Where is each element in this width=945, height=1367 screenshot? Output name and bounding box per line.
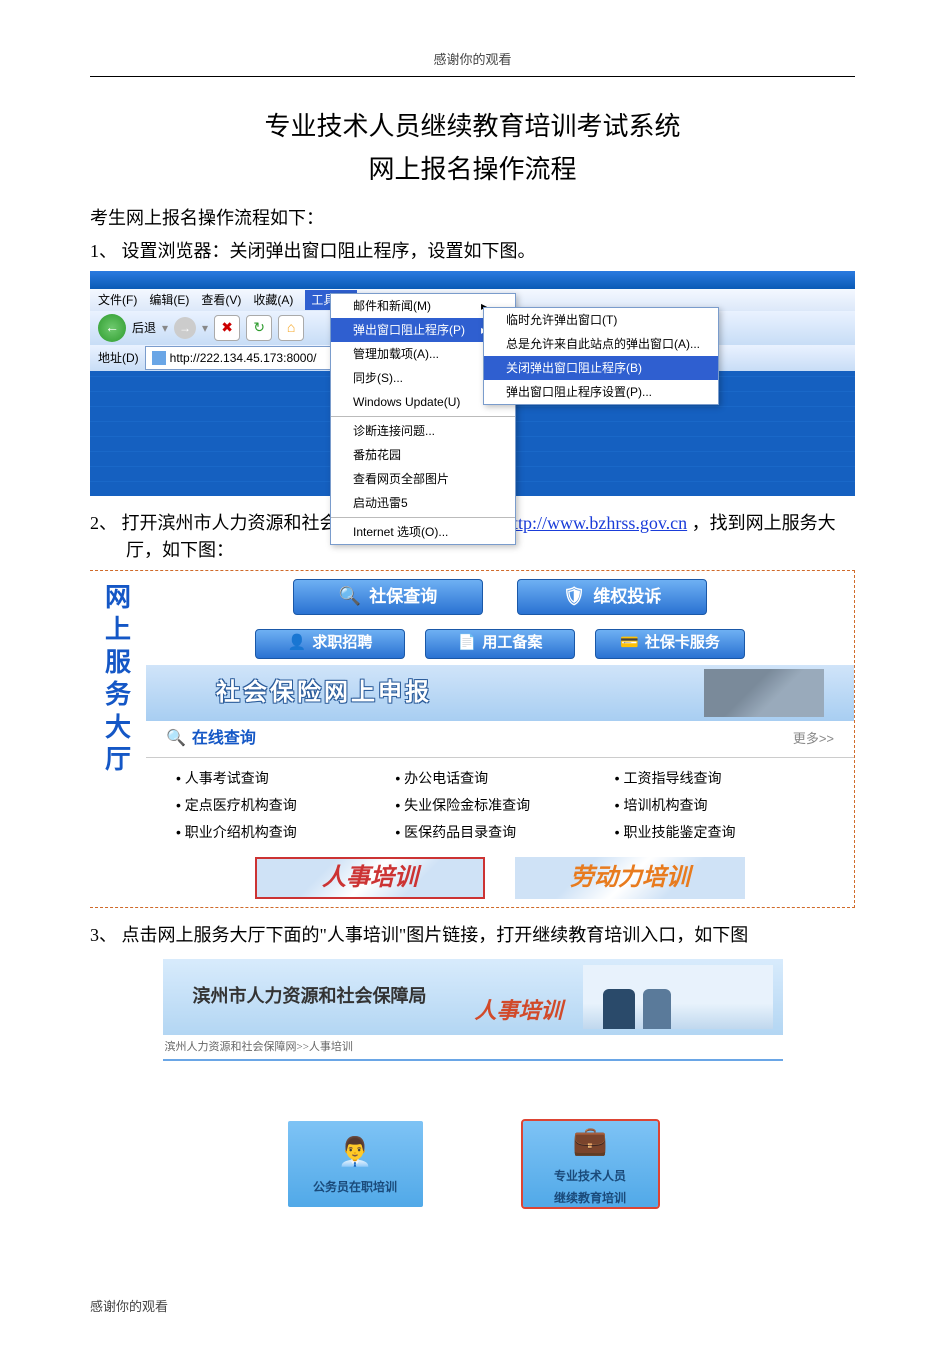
menu-diag[interactable]: 诊断连接问题... [331,419,515,443]
address-label: 地址(D) [98,349,139,367]
intro-text: 考生网上报名操作流程如下： [90,205,855,232]
query-item[interactable]: 培训机构查询 [615,795,824,816]
submenu-allow-site[interactable]: 总是允许来自此站点的弹出窗口(A)... [484,332,718,356]
menu-file[interactable]: 文件(F) [98,291,137,309]
header-hr [90,76,855,77]
url-text: http://222.134.45.173:8000/ [170,349,317,367]
portal3-title: 滨州市人力资源和社会保障局 [193,983,427,1010]
forward-button[interactable]: → [174,317,196,339]
tile-pro-tech[interactable]: 💼 专业技术人员 继续教育培训 [523,1121,658,1207]
people-illustration [583,965,773,1029]
doc-title-2: 网上报名操作流程 [90,150,855,189]
back-button[interactable]: ← [98,314,126,342]
btn-rscn[interactable]: 人事培训 [255,857,485,899]
submenu-settings[interactable]: 弹出窗口阻止程序设置(P)... [484,380,718,404]
menu-fav[interactable]: 收藏(A) [253,291,293,309]
browser-screenshot: 文件(F) 编辑(E) 查看(V) 收藏(A) 工具(T) 帮助(H) ← 后退… [90,271,855,496]
query-item[interactable]: 职业介绍机构查询 [176,822,385,843]
portal-banner[interactable]: 社会保险网上申报 [146,665,854,721]
magnifier-icon: 🔍 [166,727,186,751]
btn-shcx[interactable]: 🔍社保查询 [293,579,483,615]
submenu-close[interactable]: 关闭弹出窗口阻止程序(B) [484,356,718,380]
more-link[interactable]: 更多>> [793,729,834,749]
query-item[interactable]: 失业保险金标准查询 [395,795,604,816]
banner-text: 社会保险网上申报 [216,675,432,711]
doc-icon: 📄 [458,632,477,655]
menu-tomato[interactable]: 番茄花园 [331,443,515,467]
query-item[interactable]: 人事考试查询 [176,768,385,789]
btn-wqts[interactable]: 🛡维权投诉 [517,579,707,615]
bzhrss-link[interactable]: http://www.bzhrss.gov.cn [504,513,687,533]
query-grid: 人事考试查询 办公电话查询 工资指导线查询 定点医疗机构查询 失业保险金标准查询… [146,758,854,853]
refresh-button[interactable]: ↻ [246,315,272,341]
shield-icon: 🛡 [563,583,586,610]
person-icon: 👤 [288,632,307,655]
portal-screenshot: 网 上 服 务 大 厅 🔍社保查询 🛡维权投诉 👤求职招聘 📄用工备案 💳社保卡… [90,570,855,908]
query-item[interactable]: 职业技能鉴定查询 [615,822,824,843]
query-item[interactable]: 办公电话查询 [395,768,604,789]
query-item[interactable]: 定点医疗机构查询 [176,795,385,816]
step-3: 3、 点击网上服务大厅下面的"人事培训"图片链接，打开继续教育培训入口，如下图 [90,922,855,949]
stop-button[interactable]: ✖ [214,315,240,341]
btn-ldlpx[interactable]: 劳动力培训 [515,857,745,899]
menu-view[interactable]: 查看(V) [201,291,241,309]
btn-qzzp[interactable]: 👤求职招聘 [255,629,405,659]
btn-sbk[interactable]: 💳社保卡服务 [595,629,745,659]
home-button[interactable]: ⌂ [278,315,304,341]
page-icon [152,351,166,365]
training-portal-screenshot: 滨州市人力资源和社会保障局 人事培训 滨州人力资源和社会保障网>>人事培训 👨‍… [163,959,783,1268]
footer-thanks: 感谢你的观看 [90,1297,855,1317]
btn-ygba[interactable]: 📄用工备案 [425,629,575,659]
briefcase-icon: 💼 [573,1121,608,1163]
doc-title-1: 专业技术人员继续教育培训考试系统 [90,107,855,146]
portal-side-label: 网 上 服 务 大 厅 [90,571,146,907]
menu-viewall[interactable]: 查看网页全部图片 [331,467,515,491]
menu-xunlei[interactable]: 启动迅雷5 [331,491,515,515]
breadcrumb: 滨州人力资源和社会保障网>>人事培训 [163,1035,783,1062]
online-query-header: 🔍在线查询 更多>> [146,721,854,758]
card-icon: 💳 [620,632,639,655]
menu-internet[interactable]: Internet 选项(O)... [331,520,515,544]
menu-edit[interactable]: 编辑(E) [149,291,189,309]
back-label: 后退 [132,319,156,337]
user-icon: 👨‍💼 [338,1132,373,1174]
step-1: 1、 设置浏览器：关闭弹出窗口阻止程序，设置如下图。 [90,238,855,265]
portal3-sub: 人事培训 [474,994,562,1027]
banner-photo [704,669,824,717]
title-bar [90,271,855,289]
popup-submenu: 临时允许弹出窗口(T) 总是允许来自此站点的弹出窗口(A)... 关闭弹出窗口阻… [483,307,719,405]
search-icon: 🔍 [339,583,361,610]
query-item[interactable]: 医保药品目录查询 [395,822,604,843]
tile-civil-servant[interactable]: 👨‍💼 公务员在职培训 [288,1121,423,1207]
submenu-allow-temp[interactable]: 临时允许弹出窗口(T) [484,308,718,332]
query-item[interactable]: 工资指导线查询 [615,768,824,789]
header-thanks: 感谢你的观看 [90,50,855,70]
